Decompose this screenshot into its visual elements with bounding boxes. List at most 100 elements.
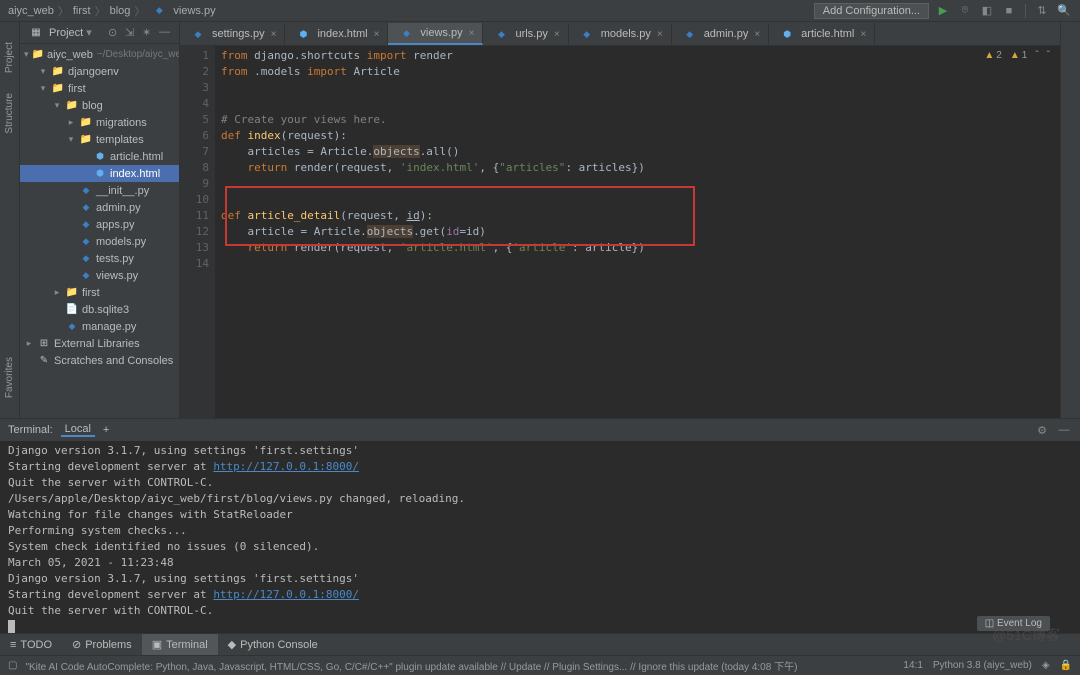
- tree-item-admin-py[interactable]: ◆admin.py: [20, 199, 179, 216]
- python-console-tab[interactable]: ◆Python Console: [218, 634, 328, 655]
- sidebar-header: ▦ Project ▾ ⊙ ⇲ ✶ —: [20, 22, 179, 44]
- tree-item-manage-py[interactable]: ◆manage.py: [20, 318, 179, 335]
- python-file-icon: ◆: [580, 27, 594, 41]
- structure-tool-button[interactable]: Structure: [4, 93, 15, 134]
- editor-tab-urls-py[interactable]: ◆urls.py×: [483, 23, 568, 45]
- editor-tab-views-py[interactable]: ◆views.py×: [388, 23, 483, 45]
- chevron-down-icon[interactable]: ˇ: [1047, 50, 1050, 61]
- tree-item-first[interactable]: ▸📁first: [20, 284, 179, 301]
- select-opened-file-icon[interactable]: ⊙: [108, 26, 122, 40]
- folder-icon: 📁: [51, 65, 65, 79]
- breadcrumb-folder[interactable]: first: [73, 5, 91, 17]
- project-dropdown[interactable]: ▦ Project ▾: [26, 26, 92, 40]
- close-icon[interactable]: ×: [657, 29, 663, 40]
- tree-item-models-py[interactable]: ◆models.py: [20, 233, 179, 250]
- python-file-icon: ◆: [494, 27, 508, 41]
- lock-icon[interactable]: 🔒: [1060, 660, 1072, 671]
- editor-tab-article-html[interactable]: ⬢article.html×: [769, 23, 875, 45]
- terminal-cursor: [8, 620, 15, 633]
- coverage-icon[interactable]: ◧: [979, 3, 995, 19]
- interpreter-label[interactable]: Python 3.8 (aiyc_web): [933, 660, 1032, 671]
- tree-label: djangoenv: [68, 66, 119, 78]
- tree-item-views-py[interactable]: ◆views.py: [20, 267, 179, 284]
- close-icon[interactable]: ×: [271, 29, 277, 40]
- editor-body[interactable]: 1234567891011121314 from django.shortcut…: [180, 46, 1060, 418]
- expand-all-icon[interactable]: ⇲: [125, 26, 139, 40]
- breadcrumb[interactable]: aiyc_web 〉 first 〉 blog 〉 ◆ views.py: [8, 3, 216, 19]
- tree-item-templates[interactable]: ▾📁templates: [20, 131, 179, 148]
- breadcrumb-file[interactable]: views.py: [173, 5, 215, 17]
- line-gutter[interactable]: 1234567891011121314: [180, 46, 215, 418]
- tree-item-index-html[interactable]: ⬢index.html: [20, 165, 179, 182]
- tree-arrow-icon[interactable]: ▾: [52, 100, 62, 111]
- breadcrumb-project[interactable]: aiyc_web: [8, 5, 54, 17]
- gear-icon[interactable]: ⚙: [1034, 422, 1050, 438]
- server-url-link[interactable]: http://127.0.0.1:8000/: [213, 460, 359, 473]
- add-configuration-button[interactable]: Add Configuration...: [814, 3, 929, 19]
- tree-item-tests-py[interactable]: ◆tests.py: [20, 250, 179, 267]
- tree-arrow-icon[interactable]: ▾: [66, 134, 76, 145]
- close-icon[interactable]: ×: [469, 28, 475, 39]
- tree-item-migrations[interactable]: ▸📁migrations: [20, 114, 179, 131]
- close-icon[interactable]: ×: [754, 29, 760, 40]
- chevron-down-icon[interactable]: ▾: [24, 49, 29, 60]
- tree-item-external-libraries[interactable]: ▸⊞External Libraries: [20, 335, 179, 352]
- close-icon[interactable]: ×: [554, 29, 560, 40]
- editor-tab-settings-py[interactable]: ◆settings.py×: [180, 23, 285, 45]
- terminal-output[interactable]: Django version 3.1.7, using settings 'fi…: [0, 441, 1080, 633]
- kite-icon[interactable]: ◈: [1042, 660, 1050, 671]
- terminal-title: Terminal:: [8, 424, 53, 436]
- tree-arrow-icon[interactable]: ▸: [52, 287, 62, 298]
- right-gutter: [1060, 22, 1080, 418]
- cursor-position[interactable]: 14:1: [903, 660, 922, 671]
- close-icon[interactable]: ×: [860, 29, 866, 40]
- breadcrumb-subfolder[interactable]: blog: [110, 5, 131, 17]
- tree-item-scratches-and-consoles[interactable]: ✎Scratches and Consoles: [20, 352, 179, 369]
- tree-item-first[interactable]: ▾📁first: [20, 80, 179, 97]
- tree-item-apps-py[interactable]: ◆apps.py: [20, 216, 179, 233]
- inspection-widget[interactable]: ▲2 ▲1 ˆ ˇ: [984, 50, 1050, 61]
- search-icon[interactable]: 🔍: [1056, 3, 1072, 19]
- editor-tab-models-py[interactable]: ◆models.py×: [569, 23, 672, 45]
- add-terminal-button[interactable]: +: [103, 424, 109, 436]
- run-icon[interactable]: ▶: [935, 3, 951, 19]
- server-url-link[interactable]: http://127.0.0.1:8000/: [213, 588, 359, 601]
- library-icon: ⊞: [37, 337, 51, 351]
- html-file-icon: ⬢: [93, 150, 107, 164]
- chevron-up-icon[interactable]: ˆ: [1035, 50, 1038, 61]
- stop-icon[interactable]: ■: [1001, 3, 1017, 19]
- tree-label: apps.py: [96, 219, 135, 231]
- git-icon[interactable]: ⇅: [1034, 3, 1050, 19]
- tree-root[interactable]: ▾ 📁 aiyc_web ~/Desktop/aiyc_we: [20, 46, 179, 63]
- problems-tab[interactable]: ⊘Problems: [62, 634, 142, 655]
- favorites-tool-button[interactable]: Favorites: [4, 357, 15, 398]
- python-file-icon: ◆: [79, 184, 93, 198]
- project-tree[interactable]: ▾ 📁 aiyc_web ~/Desktop/aiyc_we ▾📁djangoe…: [20, 44, 179, 418]
- tree-label: views.py: [96, 270, 138, 282]
- tree-item-db-sqlite3[interactable]: 📄db.sqlite3: [20, 301, 179, 318]
- tree-arrow-icon[interactable]: ▸: [66, 117, 76, 128]
- hide-icon[interactable]: —: [1056, 422, 1072, 438]
- project-tool-button[interactable]: Project: [4, 42, 15, 73]
- event-log-button[interactable]: ◫ Event Log: [977, 616, 1050, 631]
- tree-arrow-icon[interactable]: ▾: [38, 66, 48, 77]
- debug-icon[interactable]: ⌾: [957, 3, 973, 19]
- close-icon[interactable]: ×: [374, 29, 380, 40]
- kite-status[interactable]: "Kite AI Code AutoComplete: Python, Java…: [25, 658, 797, 673]
- tree-arrow-icon[interactable]: ▸: [24, 338, 34, 349]
- tree-item---init---py[interactable]: ◆__init__.py: [20, 182, 179, 199]
- tree-item-blog[interactable]: ▾📁blog: [20, 97, 179, 114]
- terminal-tab-local[interactable]: Local: [61, 423, 95, 437]
- terminal-tab[interactable]: ▣Terminal: [142, 634, 218, 655]
- collapse-icon[interactable]: ✶: [142, 26, 156, 40]
- hide-icon[interactable]: —: [159, 26, 173, 40]
- python-file-icon: ◆: [191, 27, 205, 41]
- tree-arrow-icon[interactable]: ▾: [38, 83, 48, 94]
- tree-item-article-html[interactable]: ⬢article.html: [20, 148, 179, 165]
- editor-tabs: ◆settings.py×⬢index.html×◆views.py×◆urls…: [180, 22, 1060, 46]
- todo-tab[interactable]: ≡TODO: [0, 634, 62, 655]
- editor-tab-index-html[interactable]: ⬢index.html×: [285, 23, 388, 45]
- editor-tab-admin-py[interactable]: ◆admin.py×: [672, 23, 769, 45]
- tree-item-djangoenv[interactable]: ▾📁djangoenv: [20, 63, 179, 80]
- code-area[interactable]: from django.shortcuts import render from…: [215, 46, 1060, 418]
